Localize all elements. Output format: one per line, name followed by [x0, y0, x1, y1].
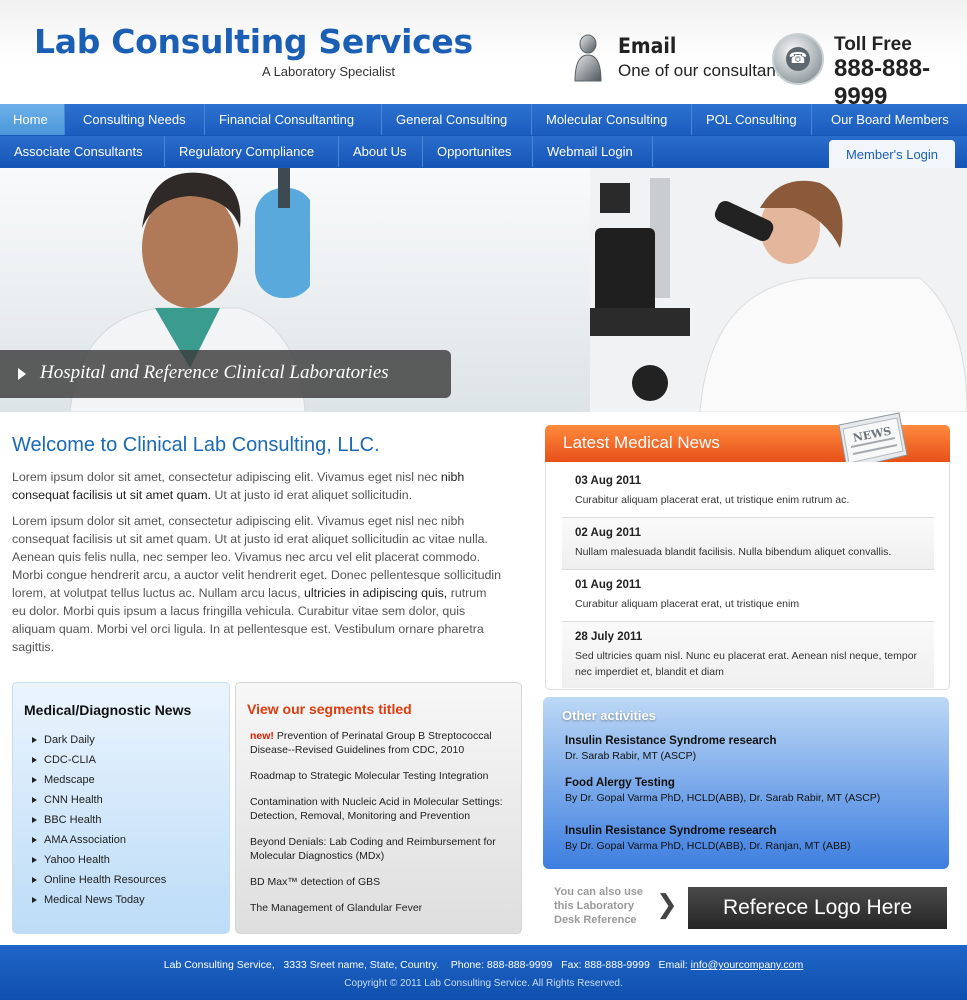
segment-link[interactable]: new! Prevention of Perinatal Group B Str…: [250, 729, 512, 757]
segment-link-text: Prevention of Perinatal Group B Streptoc…: [250, 730, 492, 756]
phone-icon: ☎: [772, 33, 824, 85]
reference-logo-button[interactable]: Referece Logo Here: [688, 887, 947, 929]
activity-author: By Dr. Gopal Varma PhD, HCLD(ABB), Dr. S…: [565, 792, 881, 804]
news-item[interactable]: 03 Aug 2011 Curabitur aliquam placerat e…: [562, 462, 934, 518]
tollfree-label: Toll Free: [834, 34, 912, 55]
news-item[interactable]: 28 July 2011 Sed ultricies quam nisl. Nu…: [562, 622, 934, 688]
person-icon: [574, 34, 602, 82]
medical-link[interactable]: Online Health Resources: [29, 873, 166, 893]
hero-caption-text: Hospital and Reference Clinical Laborato…: [40, 362, 389, 383]
news-date: 01 Aug 2011: [575, 579, 642, 591]
footer-copyright: Copyright © 2011 Lab Consulting Service.…: [344, 978, 623, 989]
medical-diagnostic-panel: Medical/Diagnostic News Dark Daily CDC-C…: [12, 682, 230, 934]
latest-news-title: Latest Medical News: [563, 433, 720, 452]
medical-link-list: Dark Daily CDC-CLIA Medscape CNN Health …: [29, 733, 166, 913]
other-activities-panel: Other activities Insulin Resistance Synd…: [543, 697, 949, 869]
news-date: 03 Aug 2011: [575, 475, 642, 487]
activity-title: Food Alergy Testing: [565, 777, 675, 789]
news-text: Curabitur aliquam placerat erat, ut tris…: [575, 494, 850, 506]
reference-text: You can also use this Laboratory Desk Re…: [554, 886, 644, 926]
nav-row-1: Home Consulting Needs Financial Consulta…: [0, 104, 967, 135]
nav-board-members[interactable]: Our Board Members: [812, 104, 967, 135]
news-date: 28 July 2011: [575, 631, 643, 643]
nav-financial-consultanting[interactable]: Financial Consultanting: [205, 104, 382, 135]
welcome-p2-highlight: ultricies in adipiscing quis,: [304, 586, 448, 600]
news-text: Nullam malesuada blandit facilisis. Null…: [575, 546, 892, 558]
activity-title: Insulin Resistance Syndrome research: [565, 825, 777, 837]
activity-item[interactable]: Insulin Resistance Syndrome research By …: [565, 825, 935, 852]
activity-item[interactable]: Insulin Resistance Syndrome research Dr.…: [565, 735, 935, 762]
activity-author: By Dr. Gopal Varma PhD, HCLD(ABB), Dr. R…: [565, 840, 851, 852]
activity-item[interactable]: Food Alergy Testing By Dr. Gopal Varma P…: [565, 777, 935, 804]
welcome-p1-a: Lorem ipsum dolor sit amet, consectetur …: [12, 470, 441, 484]
news-text: Curabitur aliquam placerat erat, ut tris…: [575, 598, 800, 610]
medical-link[interactable]: BBC Health: [29, 813, 166, 833]
medical-link[interactable]: CNN Health: [29, 793, 166, 813]
segments-title: View our segments titled: [247, 701, 412, 717]
nav-opportunites[interactable]: Opportunites: [423, 136, 533, 167]
footer-address: Lab Consulting Service, 3333 Sreet name,…: [163, 959, 691, 971]
medical-link[interactable]: CDC-CLIA: [29, 753, 166, 773]
segment-link[interactable]: The Management of Glandular Fever: [250, 901, 512, 915]
other-activities-title: Other activities: [562, 708, 656, 723]
medical-link[interactable]: Dark Daily: [29, 733, 166, 753]
news-date: 02 Aug 2011: [575, 527, 642, 539]
segment-link[interactable]: Beyond Denials: Lab Coding and Reimburse…: [250, 835, 512, 863]
news-list: 03 Aug 2011 Curabitur aliquam placerat e…: [545, 462, 950, 690]
news-item[interactable]: 01 Aug 2011 Curabitur aliquam placerat e…: [562, 570, 934, 622]
nav-regulatory-compliance[interactable]: Regulatory Compliance: [165, 136, 339, 167]
activity-author: Dr. Sarab Rabir, MT (ASCP): [565, 750, 697, 762]
scientist-woman-image: [590, 168, 967, 412]
welcome-paragraph-1: Lorem ipsum dolor sit amet, consectetur …: [12, 468, 502, 504]
site-header: Lab Consulting Services A Laboratory Spe…: [0, 0, 967, 110]
chevron-right-icon: ❯: [656, 889, 678, 919]
activity-title: Insulin Resistance Syndrome research: [565, 735, 777, 747]
play-arrow-icon: [18, 368, 26, 380]
medical-diagnostic-title: Medical/Diagnostic News: [24, 702, 192, 718]
nav-home[interactable]: Home: [0, 104, 65, 135]
site-title[interactable]: Lab Consulting Services: [34, 22, 473, 61]
nav-about-us[interactable]: About Us: [339, 136, 423, 167]
nav-row-2: Associate Consultants Regulatory Complia…: [0, 136, 967, 167]
segment-link[interactable]: BD Max™ detection of GBS: [250, 875, 512, 889]
main-nav: Home Consulting Needs Financial Consulta…: [0, 104, 967, 168]
medical-link[interactable]: Medscape: [29, 773, 166, 793]
new-badge: new!: [250, 730, 274, 742]
news-text: Sed ultricies quam nisl. Nunc eu placera…: [575, 650, 918, 678]
email-subtitle: One of our consultant: [618, 61, 781, 80]
nav-associate-consultants[interactable]: Associate Consultants: [0, 136, 165, 167]
segment-link[interactable]: Roadmap to Strategic Molecular Testing I…: [250, 769, 512, 783]
latest-news-panel: Latest Medical News NEWS 03 Aug 2011 Cur…: [545, 412, 950, 690]
email-label[interactable]: Email: [618, 34, 676, 58]
medical-link[interactable]: Medical News Today: [29, 893, 166, 913]
nav-molecular-consulting[interactable]: Molecular Consulting: [532, 104, 692, 135]
welcome-paragraph-2: Lorem ipsum dolor sit amet, consectetur …: [12, 512, 502, 656]
site-tagline: A Laboratory Specialist: [262, 64, 395, 79]
nav-consulting-needs[interactable]: Consulting Needs: [65, 104, 205, 135]
tollfree-number[interactable]: 888-888-9999: [834, 55, 967, 111]
footer-email-link[interactable]: info@yourcompany.com: [691, 959, 804, 971]
members-login-tab[interactable]: Member's Login: [829, 140, 955, 168]
news-item[interactable]: 02 Aug 2011 Nullam malesuada blandit fac…: [562, 518, 934, 570]
medical-link[interactable]: Yahoo Health: [29, 853, 166, 873]
hero-banner: Hospital and Reference Clinical Laborato…: [0, 168, 967, 412]
segment-link[interactable]: Contamination with Nucleic Acid in Molec…: [250, 795, 512, 823]
nav-webmail-login[interactable]: Webmail Login: [533, 136, 653, 167]
nav-pol-consulting[interactable]: POL Consulting: [692, 104, 812, 135]
welcome-title: Welcome to Clinical Lab Consulting, LLC.: [12, 434, 380, 456]
hero-caption[interactable]: Hospital and Reference Clinical Laborato…: [0, 350, 451, 398]
nav-general-consulting[interactable]: General Consulting: [382, 104, 532, 135]
segments-panel: View our segments titled new! Prevention…: [235, 682, 522, 934]
footer-contact: Lab Consulting Service, 3333 Sreet name,…: [0, 959, 967, 971]
welcome-p1-c: Ut at justo id erat aliquet sollicitudin…: [211, 488, 413, 502]
site-footer: Lab Consulting Service, 3333 Sreet name,…: [0, 945, 967, 1000]
medical-link[interactable]: AMA Association: [29, 833, 166, 853]
